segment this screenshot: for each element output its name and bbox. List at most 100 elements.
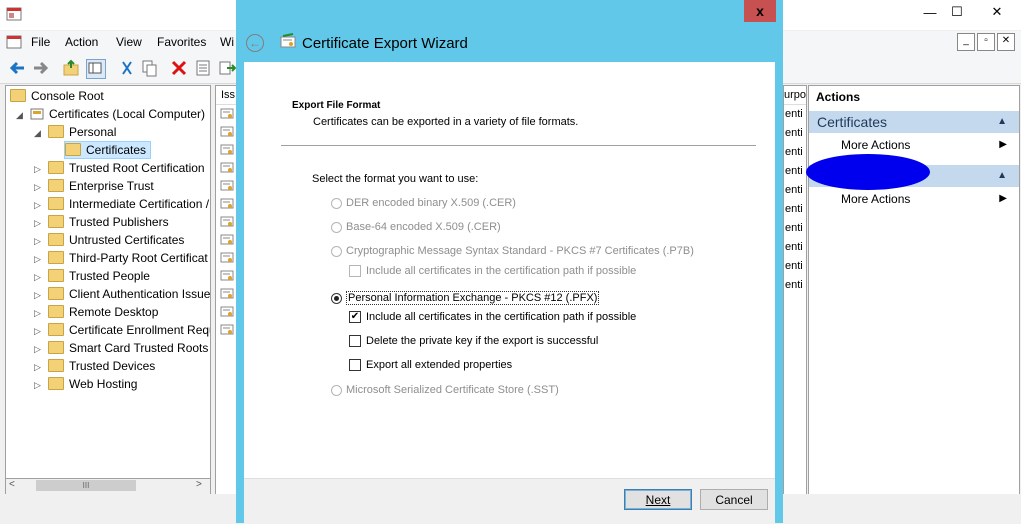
child-close-button[interactable]: ✕ xyxy=(997,33,1015,51)
scroll-right-icon[interactable]: > xyxy=(196,479,202,490)
radio-pfx[interactable]: Personal Information Exchange - PKCS #12… xyxy=(331,291,600,305)
radio-indicator[interactable] xyxy=(331,221,342,233)
menu-favorites[interactable]: Favorites xyxy=(157,35,206,49)
back-arrow-icon[interactable] xyxy=(8,59,26,77)
copy-icon[interactable] xyxy=(140,59,158,77)
menu-action[interactable]: Action xyxy=(65,35,98,49)
menu-view[interactable]: View xyxy=(116,35,142,49)
tree-item-store[interactable]: ▷ Client Authentication Issue xyxy=(34,285,210,303)
scroll-thumb[interactable]: III xyxy=(36,480,136,491)
actions-section-certificates[interactable]: Certificates ▲ xyxy=(809,111,1019,133)
console-icon[interactable] xyxy=(6,35,22,49)
up-folder-icon[interactable] xyxy=(62,59,80,77)
collapsed-arrow-icon[interactable]: ▷ xyxy=(34,196,44,214)
certificate-row-icon[interactable] xyxy=(216,159,238,177)
properties-icon[interactable] xyxy=(194,59,212,77)
purpose-cell[interactable]: enti xyxy=(784,162,806,181)
radio-indicator[interactable] xyxy=(331,197,342,209)
tree-item-store[interactable]: ▷ Web Hosting xyxy=(34,375,137,393)
collapsed-arrow-icon[interactable]: ▷ xyxy=(34,214,44,232)
tree-item-store[interactable]: ▷ Remote Desktop xyxy=(34,303,158,321)
checkbox-pfx-include-chain[interactable]: ✔ Include all certificates in the certifi… xyxy=(349,311,636,323)
expanded-arrow-icon[interactable]: ◢ xyxy=(16,106,26,124)
tree-item-store[interactable]: ▷ Untrusted Certificates xyxy=(34,231,184,249)
purpose-cell[interactable]: enti xyxy=(784,143,806,162)
certificate-row-icon[interactable] xyxy=(216,249,238,267)
purpose-cell[interactable]: enti xyxy=(784,238,806,257)
certificate-row-icon[interactable] xyxy=(216,285,238,303)
radio-indicator[interactable] xyxy=(331,245,342,257)
purpose-cell[interactable]: enti xyxy=(784,219,806,238)
certificate-row-icon[interactable] xyxy=(216,177,238,195)
radio-indicator-selected[interactable] xyxy=(331,292,342,304)
collapsed-arrow-icon[interactable]: ▷ xyxy=(34,322,44,340)
maximize-button[interactable]: ☐ xyxy=(940,0,974,24)
tree-item-certificates-local-computer[interactable]: ◢ Certificates (Local Computer) xyxy=(16,105,205,123)
purpose-cell[interactable]: enti xyxy=(784,200,806,219)
radio-der[interactable]: DER encoded binary X.509 (.CER) xyxy=(331,197,516,209)
forward-arrow-icon[interactable] xyxy=(32,59,50,77)
tree-item-store[interactable]: ▷ Certificate Enrollment Requ xyxy=(34,321,210,340)
scroll-left-icon[interactable]: < xyxy=(9,479,15,490)
export-list-icon[interactable] xyxy=(218,59,237,77)
collapsed-arrow-icon[interactable]: ▷ xyxy=(34,358,44,376)
collapse-up-icon[interactable]: ▲ xyxy=(997,111,1007,133)
show-hide-tree-icon[interactable] xyxy=(86,59,106,79)
purpose-column-header[interactable]: urpo xyxy=(784,86,806,105)
tree-horizontal-scrollbar[interactable]: < III > xyxy=(5,478,211,495)
tree-item-personal[interactable]: ◢ Personal xyxy=(34,123,116,141)
checkmark-icon[interactable]: ✔ xyxy=(349,311,361,323)
radio-sst[interactable]: Microsoft Serialized Certificate Store (… xyxy=(331,384,559,396)
tree-item-store[interactable]: ▷ Third-Party Root Certificat xyxy=(34,249,208,267)
menu-window[interactable]: Wi xyxy=(220,35,234,49)
tree-item-store[interactable]: ▷ Intermediate Certification / xyxy=(34,195,209,213)
tree-item-console-root[interactable]: Console Root xyxy=(10,87,104,105)
purpose-cell[interactable]: enti xyxy=(784,181,806,200)
checkbox-pkcs7-include-chain[interactable]: Include all certificates in the certific… xyxy=(349,265,636,277)
more-actions-item-1[interactable]: More Actions xyxy=(841,138,910,152)
certificate-row-icon[interactable] xyxy=(216,267,238,285)
collapsed-arrow-icon[interactable]: ▷ xyxy=(34,232,44,250)
tree-item-certificates[interactable]: Certificates xyxy=(64,141,152,159)
certificate-row-icon[interactable] xyxy=(216,213,238,231)
certificate-row-icon[interactable] xyxy=(216,195,238,213)
collapsed-arrow-icon[interactable]: ▷ xyxy=(34,160,44,178)
tree-item-store[interactable]: ▷ Trusted Root Certification xyxy=(34,159,205,177)
collapsed-arrow-icon[interactable]: ▷ xyxy=(34,178,44,196)
checkbox-indicator[interactable] xyxy=(349,359,361,371)
purpose-cell[interactable]: enti xyxy=(784,124,806,143)
collapsed-arrow-icon[interactable]: ▷ xyxy=(34,340,44,358)
tree-item-store[interactable]: ▷ Enterprise Trust xyxy=(34,177,154,195)
checkbox-export-extended-properties[interactable]: Export all extended properties xyxy=(349,359,512,371)
list-column-header[interactable]: Iss xyxy=(216,86,238,105)
purpose-cell[interactable]: enti xyxy=(784,276,806,295)
checkbox-indicator[interactable] xyxy=(349,335,361,347)
certificate-row-icon[interactable] xyxy=(216,141,238,159)
menu-file[interactable]: File xyxy=(31,35,50,49)
tree-item-store[interactable]: ▷ Smart Card Trusted Roots xyxy=(34,339,208,357)
tree-item-store[interactable]: ▷ Trusted Publishers xyxy=(34,213,169,231)
child-minimize-button[interactable]: _ xyxy=(957,33,975,51)
purpose-cell[interactable]: enti xyxy=(784,105,806,124)
tree-item-store[interactable]: ▷ Trusted People xyxy=(34,267,150,285)
certificate-row-icon[interactable] xyxy=(216,105,238,123)
certificate-row-icon[interactable] xyxy=(216,123,238,141)
certificate-row-icon[interactable] xyxy=(216,303,238,321)
collapsed-arrow-icon[interactable]: ▷ xyxy=(34,268,44,286)
tree-item-store[interactable]: ▷ Trusted Devices xyxy=(34,357,155,375)
dialog-close-button[interactable]: x xyxy=(744,0,776,22)
back-button[interactable]: ← xyxy=(246,34,264,52)
collapsed-arrow-icon[interactable]: ▷ xyxy=(34,304,44,322)
collapsed-arrow-icon[interactable]: ▷ xyxy=(34,250,44,268)
close-window-button[interactable]: ✕ xyxy=(980,0,1014,24)
collapsed-arrow-icon[interactable]: ▷ xyxy=(34,286,44,304)
collapse-up-icon[interactable]: ▲ xyxy=(997,165,1007,187)
purpose-cell[interactable]: enti xyxy=(784,257,806,276)
next-button[interactable]: Next xyxy=(624,489,692,510)
radio-base64[interactable]: Base-64 encoded X.509 (.CER) xyxy=(331,221,501,233)
checkbox-indicator[interactable] xyxy=(349,265,361,277)
certificate-row-icon[interactable] xyxy=(216,231,238,249)
radio-indicator[interactable] xyxy=(331,384,342,396)
collapsed-arrow-icon[interactable]: ▷ xyxy=(34,376,44,394)
cancel-button[interactable]: Cancel xyxy=(700,489,768,510)
